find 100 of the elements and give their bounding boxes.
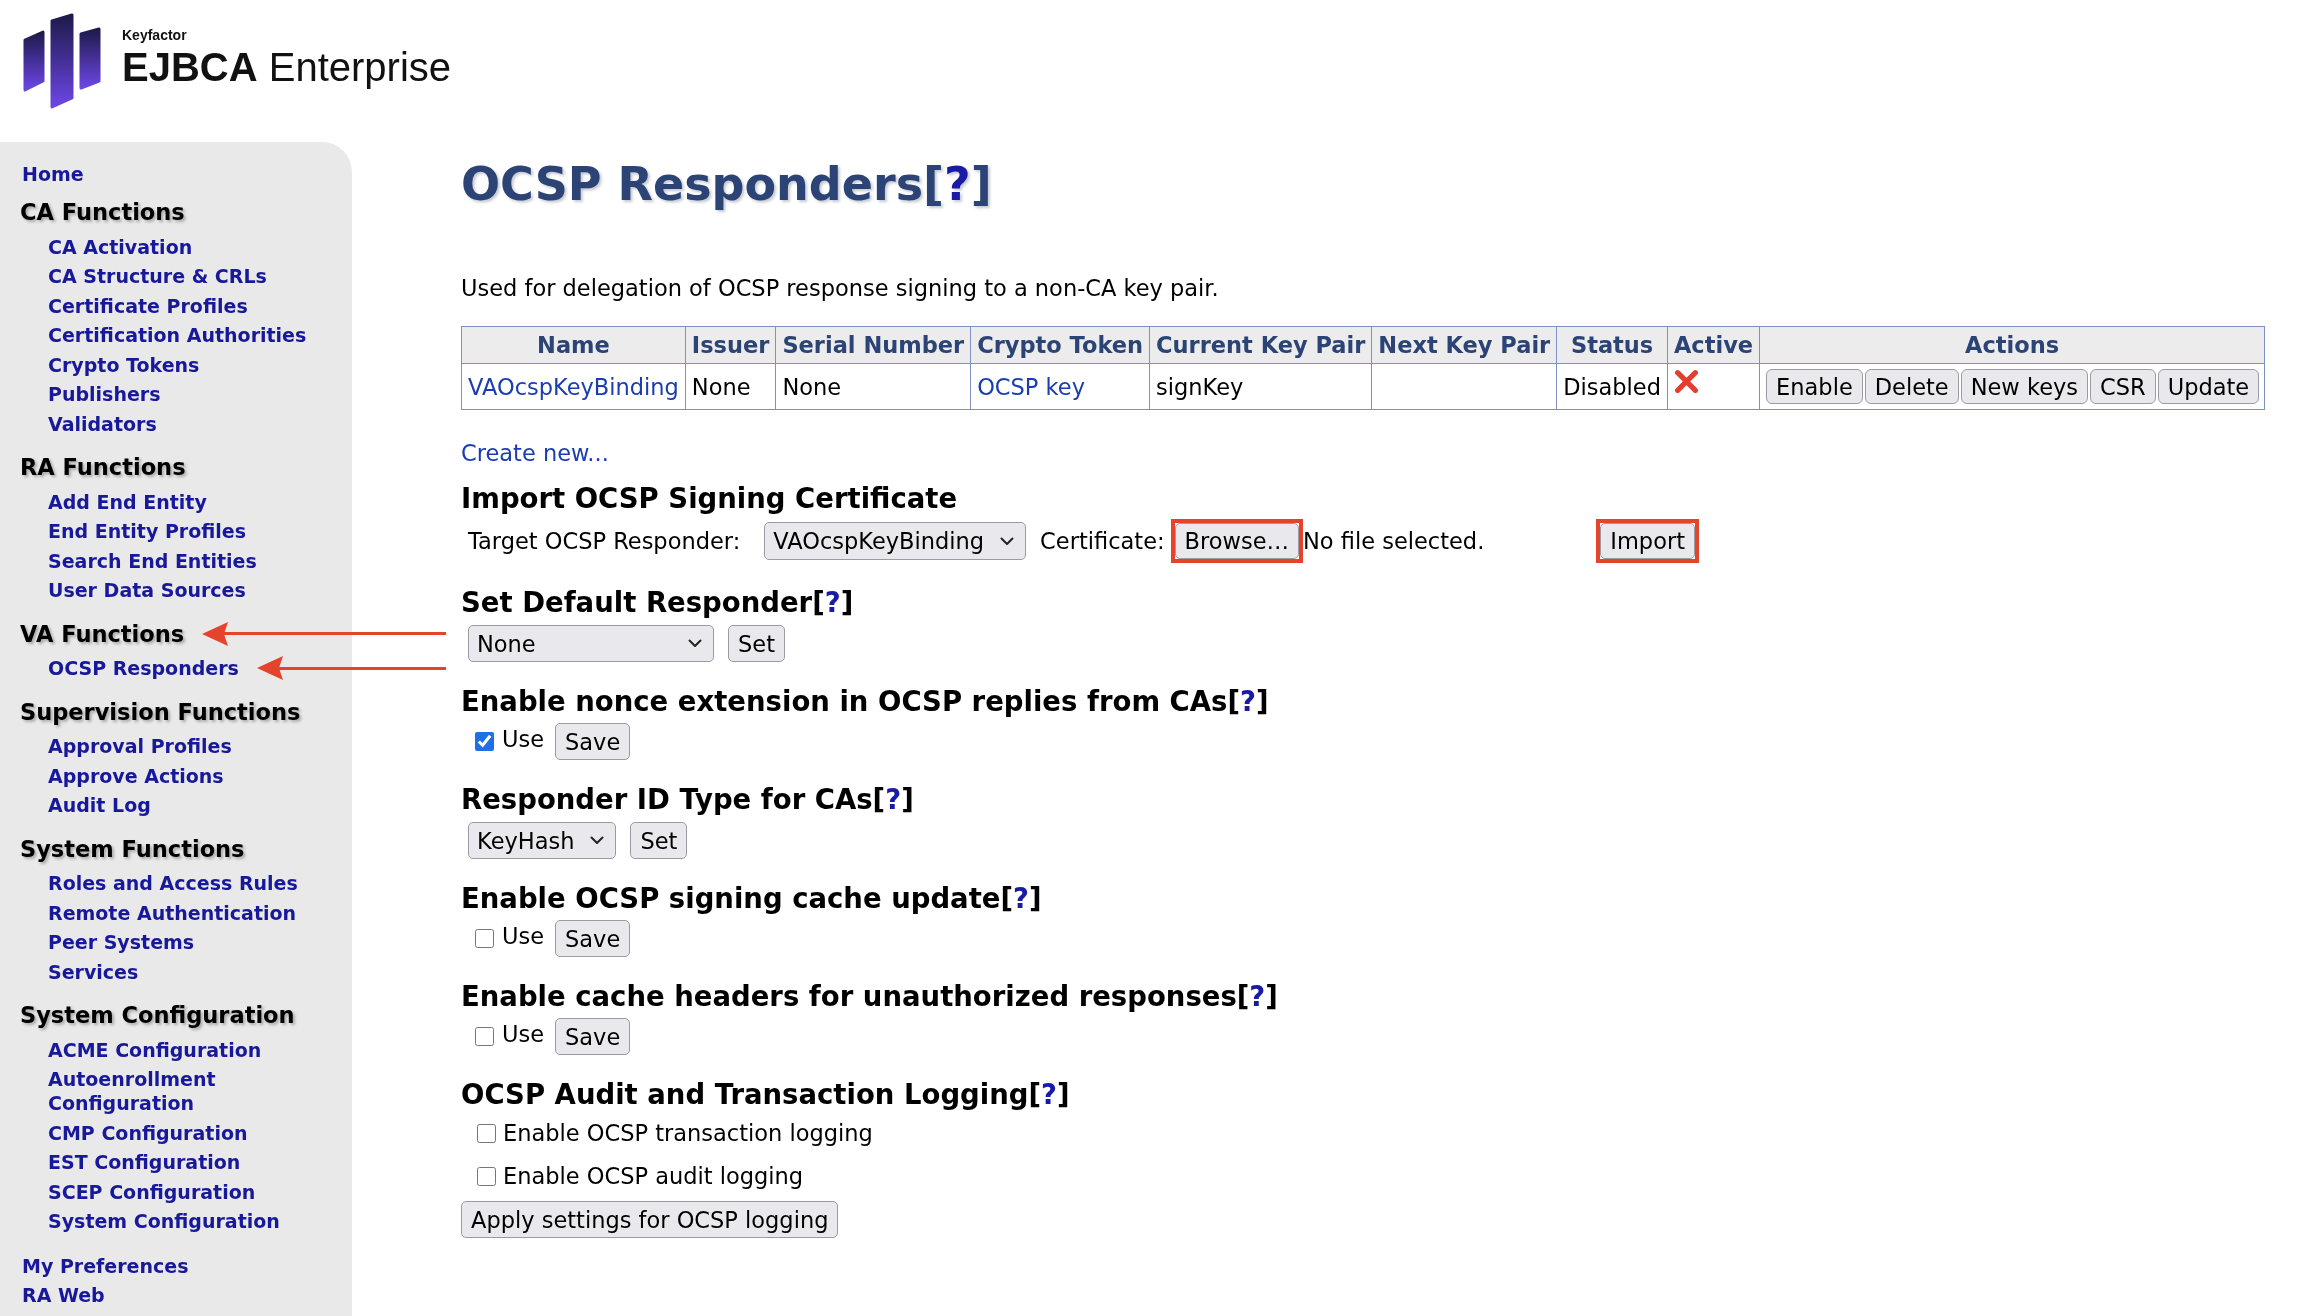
section-heading: Import OCSP Signing Certificate (461, 481, 959, 515)
checkbox-label: Enable OCSP audit logging (503, 1163, 804, 1189)
nav-link[interactable]: Publishers (48, 379, 161, 409)
column-header: Actions (1759, 326, 2265, 364)
nav-link[interactable]: SCEP Configuration (48, 1177, 256, 1207)
table-cell: None (685, 363, 776, 410)
nav-link[interactable]: CA Structure & CRLs (48, 261, 267, 291)
file-status-text: No file selected. (1303, 528, 1485, 554)
column-header: Status (1556, 326, 1668, 364)
product-name: EJBCA Enterprise (122, 44, 451, 90)
table-cell: Disabled (1556, 363, 1668, 410)
action-button[interactable]: Enable (1766, 369, 1863, 404)
nav-group-title: System Functions (20, 834, 245, 863)
nav-link[interactable]: Validators (48, 409, 157, 439)
checkbox-label: Enable OCSP transaction logging (503, 1120, 873, 1146)
company-name: Keyfactor (122, 27, 188, 44)
nav-link[interactable]: Add End Entity (48, 487, 207, 517)
section-heading: Enable OCSP signing cache update[?] (461, 881, 1043, 915)
save-button[interactable]: Save (555, 920, 631, 957)
checkbox-label: Use (502, 725, 545, 752)
responder-dropdown[interactable]: VAOcspKeyBinding (764, 522, 1027, 560)
nav-link[interactable]: RA Web (22, 1280, 105, 1310)
file-button[interactable]: Browse… (1174, 523, 1299, 559)
action-button[interactable]: New keys (1960, 369, 2089, 404)
nav-group-title: VA Functions (20, 619, 185, 648)
help-link[interactable]: ? (885, 783, 902, 815)
nav-link[interactable]: My Preferences (22, 1251, 189, 1281)
option-dropdown[interactable]: KeyHash (468, 822, 617, 859)
option-dropdown[interactable]: None (468, 625, 714, 662)
action-button[interactable]: CSR (2090, 369, 2156, 404)
nav-group-title: Supervision Functions (20, 697, 301, 726)
nav-link[interactable]: Certification Authorities (48, 320, 307, 350)
nav-group-title: RA Functions (20, 453, 186, 481)
section-heading: Enable nonce extension in OCSP replies from CAs[?] (461, 684, 1270, 718)
nav-link[interactable]: Services (48, 957, 139, 987)
nav-link[interactable]: CA Activation (48, 232, 193, 262)
create-link[interactable]: Create new... (461, 438, 609, 468)
target-label: Target OCSP Responder: (468, 528, 741, 554)
nav-link[interactable]: Crypto Tokens (48, 350, 200, 380)
action-button[interactable]: Update (2157, 369, 2260, 404)
nav-link[interactable]: Home (22, 159, 84, 189)
chevron-down-icon (688, 639, 702, 648)
nav-link[interactable]: CMP Configuration (48, 1118, 248, 1148)
nav-link[interactable]: EST Configuration (48, 1147, 241, 1177)
column-header: Crypto Token (970, 326, 1150, 364)
column-header: Issuer (685, 326, 776, 364)
logo-icon (21, 12, 103, 110)
checkbox[interactable] (475, 732, 494, 751)
nav-link[interactable]: Certificate Profiles (48, 291, 248, 321)
checkbox[interactable] (477, 1123, 496, 1143)
checkbox-label: Use (502, 1020, 545, 1047)
nav-link[interactable]: End Entity Profiles (48, 516, 247, 546)
nav-link[interactable]: Autoenrollment Configuration (48, 1064, 352, 1118)
section-heading: OCSP Audit and Transaction Logging[?] (461, 1077, 1071, 1111)
chevron-down-icon (1000, 536, 1015, 546)
column-header: Active (1667, 326, 1760, 364)
nav-link[interactable]: OCSP Responders (48, 653, 239, 683)
set-button[interactable]: Set (630, 822, 688, 859)
save-button[interactable]: Save (555, 723, 631, 760)
nav-link[interactable]: Approval Profiles (48, 731, 232, 761)
section-heading: Set Default Responder[?] (461, 585, 855, 619)
nav-group-title: CA Functions (20, 198, 185, 226)
help-link[interactable]: ? (824, 586, 841, 618)
nav-link[interactable]: Approve Actions (48, 761, 224, 791)
apply-button[interactable]: Apply settings for OCSP logging (461, 1201, 839, 1238)
crypto-token-link[interactable]: OCSP key (977, 373, 1085, 400)
section-heading: Responder ID Type for CAs[?] (461, 782, 915, 816)
file-button[interactable]: Import (1600, 523, 1695, 559)
help-link[interactable]: ? (1249, 980, 1266, 1012)
help-link[interactable]: ? (1240, 685, 1256, 717)
save-button[interactable]: Save (555, 1018, 631, 1055)
nav-link[interactable]: Remote Authentication (48, 898, 297, 928)
section-heading: Enable cache headers for unauthorized responses[?] (461, 979, 1279, 1013)
checkbox-label: Use (502, 922, 545, 949)
help-link[interactable]: ? (1013, 882, 1029, 914)
table-cell: signKey (1149, 363, 1372, 410)
nav-link[interactable]: ACME Configuration (48, 1035, 262, 1065)
nav-link[interactable]: User Data Sources (48, 575, 246, 605)
nav-link[interactable]: Peer Systems (48, 927, 195, 957)
action-button[interactable]: Delete (1864, 369, 1959, 404)
set-button[interactable]: Set (728, 625, 785, 662)
column-header: Serial Number (775, 326, 971, 364)
description-text: Used for delegation of OCSP response signing to a non-CA key pair. (461, 274, 1220, 303)
nav-link[interactable]: System Configuration (48, 1206, 280, 1236)
nav-link[interactable]: Search End Entities (48, 546, 257, 576)
nav-link[interactable]: Roles and Access Rules (48, 868, 298, 898)
column-header: Current Key Pair (1149, 326, 1372, 364)
table-cell: None (775, 363, 971, 410)
help-link[interactable]: ? (944, 157, 971, 211)
help-link[interactable]: ? (1041, 1078, 1057, 1110)
page-title: OCSP Responders[?] (461, 157, 993, 212)
certificate-label: Certificate: (1040, 528, 1165, 554)
responder-link[interactable]: VAOcspKeyBinding (468, 373, 679, 400)
nav-link[interactable]: Audit Log (48, 790, 151, 820)
column-header: Next Key Pair (1371, 326, 1557, 364)
checkbox[interactable] (475, 929, 494, 948)
chevron-down-icon (590, 836, 605, 845)
checkbox[interactable] (477, 1166, 496, 1186)
checkbox[interactable] (475, 1027, 494, 1046)
column-header: Name (461, 326, 686, 364)
